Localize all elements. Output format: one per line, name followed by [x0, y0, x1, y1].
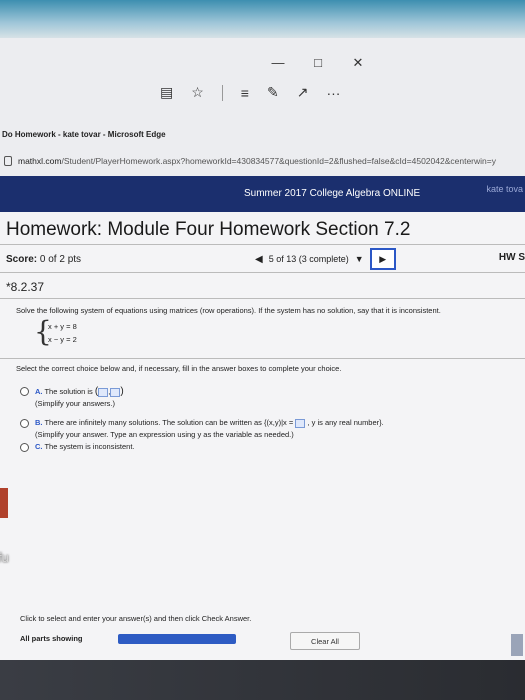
score: Score: 0 of 2 pts [6, 254, 81, 265]
choice-b-letter: B. [35, 418, 43, 427]
all-parts-label: All parts showing [20, 634, 83, 643]
equation-1: x + y = 8 [48, 322, 77, 331]
clear-all-button[interactable]: Clear All [290, 632, 360, 650]
toolbar-separator [221, 84, 223, 101]
share-icon[interactable]: ↗ [297, 84, 309, 101]
divider [0, 358, 525, 359]
divider [0, 244, 525, 245]
reading-view-icon[interactable]: ▤ [160, 84, 173, 101]
choice-a-letter: A. [35, 387, 43, 396]
instruction-text: Select the correct choice below and, if … [16, 364, 342, 373]
divider [0, 298, 525, 299]
choice-b[interactable]: B. There are infinitely many solutions. … [20, 418, 384, 439]
answer-box-y[interactable] [110, 387, 121, 397]
side-tab[interactable] [0, 488, 8, 518]
answer-box-expression[interactable] [295, 418, 306, 428]
page-title: Homework: Module Four Homework Section 7… [6, 219, 411, 240]
address-bar[interactable]: mathxl.com/Student/PlayerHomework.aspx?h… [0, 152, 525, 170]
side-tab-text: fu [0, 550, 9, 565]
close-paren: ) [120, 386, 124, 397]
choice-b-text-after: , y is any real number}. [307, 418, 384, 427]
question-navigator: ◀ 5 of 13 (3 complete) ▼ ▶ [255, 248, 396, 270]
close-button[interactable]: ✕ [351, 55, 365, 71]
choice-c[interactable]: C. The system is inconsistent. [20, 442, 135, 452]
score-label: Score: [6, 254, 38, 265]
choice-a-sub: (Simplify your answers.) [35, 399, 116, 408]
lock-icon [4, 156, 12, 166]
equation-2: x − y = 2 [48, 335, 77, 344]
answer-box-x[interactable] [98, 387, 109, 397]
question-text: Solve the following system of equations … [16, 306, 441, 315]
desktop-backdrop [0, 0, 525, 38]
dropdown-icon[interactable]: ▼ [355, 254, 364, 264]
next-question-button[interactable]: ▶ [369, 248, 396, 270]
user-name[interactable]: kate tova [486, 184, 523, 194]
previous-question-button[interactable]: ◀ [255, 254, 263, 265]
url-host: mathxl.com [18, 156, 62, 166]
choice-b-sub: (Simplify your answer. Type an expressio… [35, 429, 294, 439]
problem-id: *8.2.37 [6, 280, 45, 294]
scroll-handle[interactable] [511, 634, 523, 656]
browser-window: — □ ✕ ▤ ☆ ≡ ✎ ↗ ··· Do Homework - kate t… [0, 0, 525, 660]
hw-score-label: HW S [498, 252, 525, 263]
choice-a-radio[interactable] [20, 387, 29, 396]
course-title: Summer 2017 College Algebra ONLINE [244, 188, 421, 199]
choice-c-radio[interactable] [20, 443, 29, 452]
brace-icon: { [34, 315, 52, 348]
question-progress[interactable]: 5 of 13 (3 complete) [269, 254, 349, 264]
choice-b-radio[interactable] [20, 419, 29, 428]
url-path: /Student/PlayerHomework.aspx?homeworkId=… [61, 156, 496, 166]
parts-progress-bar [118, 634, 236, 644]
site-banner: Summer 2017 College Algebra ONLINE kate … [0, 176, 525, 212]
choice-c-letter: C. [35, 442, 43, 451]
divider [0, 272, 525, 273]
maximize-button[interactable]: □ [311, 55, 325, 71]
favorites-icon[interactable]: ☆ [191, 84, 204, 101]
score-value: 0 of 2 pts [39, 254, 82, 265]
progress-fill [118, 634, 236, 644]
window-controls: — □ ✕ [271, 55, 365, 71]
window-title: Do Homework - kate tovar - Microsoft Edg… [2, 130, 166, 139]
choice-a-text: The solution is [44, 387, 93, 396]
choice-b-text: There are infinitely many solutions. The… [44, 418, 294, 427]
minimize-button[interactable]: — [271, 55, 285, 71]
footer-hint: Click to select and enter your answer(s)… [20, 614, 252, 623]
choice-c-text: The system is inconsistent. [44, 442, 135, 451]
more-icon[interactable]: ··· [326, 85, 340, 101]
equation-system: { x + y = 8 x − y = 2 [34, 315, 77, 348]
choice-a[interactable]: A. The solution is (,) (Simplify your an… [20, 386, 124, 408]
hub-icon[interactable]: ≡ [241, 85, 249, 101]
browser-toolbar: ▤ ☆ ≡ ✎ ↗ ··· [160, 84, 340, 101]
web-note-icon[interactable]: ✎ [267, 84, 279, 101]
